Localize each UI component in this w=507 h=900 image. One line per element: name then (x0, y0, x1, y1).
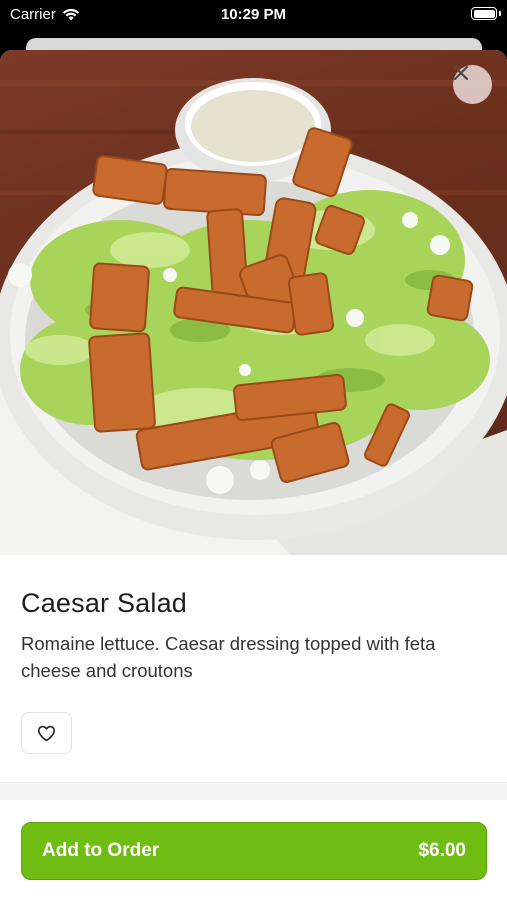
favorite-button[interactable] (21, 712, 72, 754)
item-detail-sheet: Caesar Salad Romaine lettuce. Caesar dre… (0, 50, 507, 900)
price-label: $6.00 (418, 840, 466, 861)
item-image (0, 50, 507, 555)
caesar-salad-photo (0, 78, 507, 555)
add-to-order-button[interactable]: Add to Order $6.00 (21, 822, 487, 880)
close-button[interactable] (453, 65, 492, 104)
status-bar: Carrier 10:29 PM (0, 0, 507, 30)
clock: 10:29 PM (220, 6, 287, 23)
item-description: Romaine lettuce. Caesar dressing topped … (21, 633, 436, 681)
add-to-order-label: Add to Order (42, 840, 160, 861)
divider (0, 782, 507, 800)
item-title: Caesar Salad (21, 588, 187, 618)
heart-icon (37, 725, 56, 741)
close-icon (453, 65, 469, 81)
battery-icon (471, 7, 497, 20)
